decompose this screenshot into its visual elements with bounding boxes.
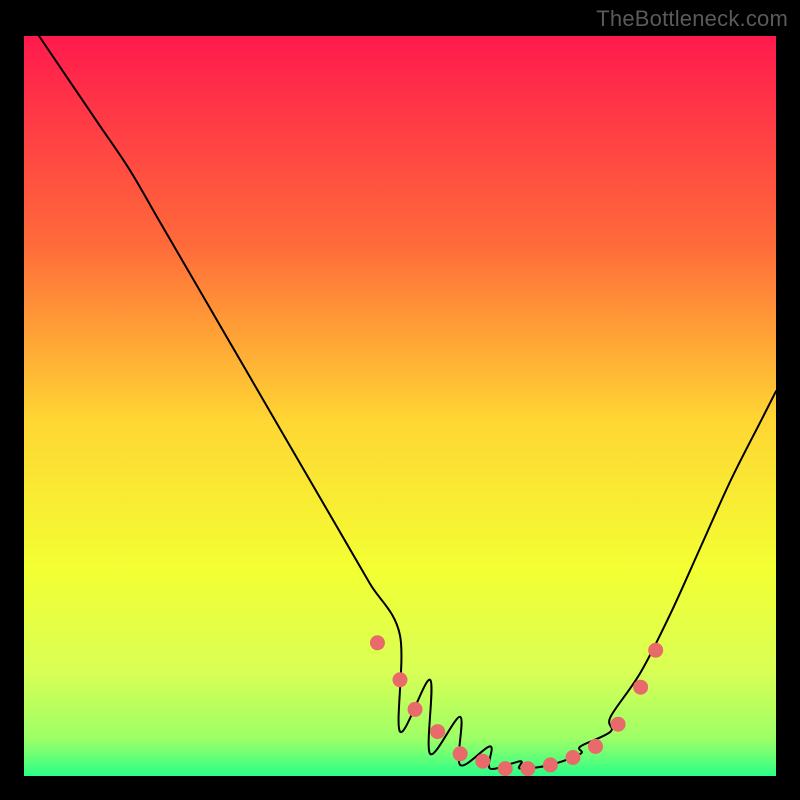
marker-dot (475, 754, 490, 769)
marker-dot (633, 680, 648, 695)
marker-dot (520, 761, 535, 776)
marker-dot (408, 702, 423, 717)
marker-dot (370, 635, 385, 650)
watermark-text: TheBottleneck.com (596, 6, 788, 32)
marker-dot (498, 761, 513, 776)
marker-dot (430, 724, 445, 739)
marker-dot (393, 672, 408, 687)
marker-dot (543, 757, 558, 772)
marker-dot (648, 643, 663, 658)
chart-frame: TheBottleneck.com (0, 0, 800, 800)
plot-svg (24, 36, 776, 776)
marker-dot (611, 717, 626, 732)
plot-area (24, 36, 776, 776)
marker-dot (453, 746, 468, 761)
marker-dot (588, 739, 603, 754)
gradient-background (24, 36, 776, 776)
marker-dot (565, 750, 580, 765)
